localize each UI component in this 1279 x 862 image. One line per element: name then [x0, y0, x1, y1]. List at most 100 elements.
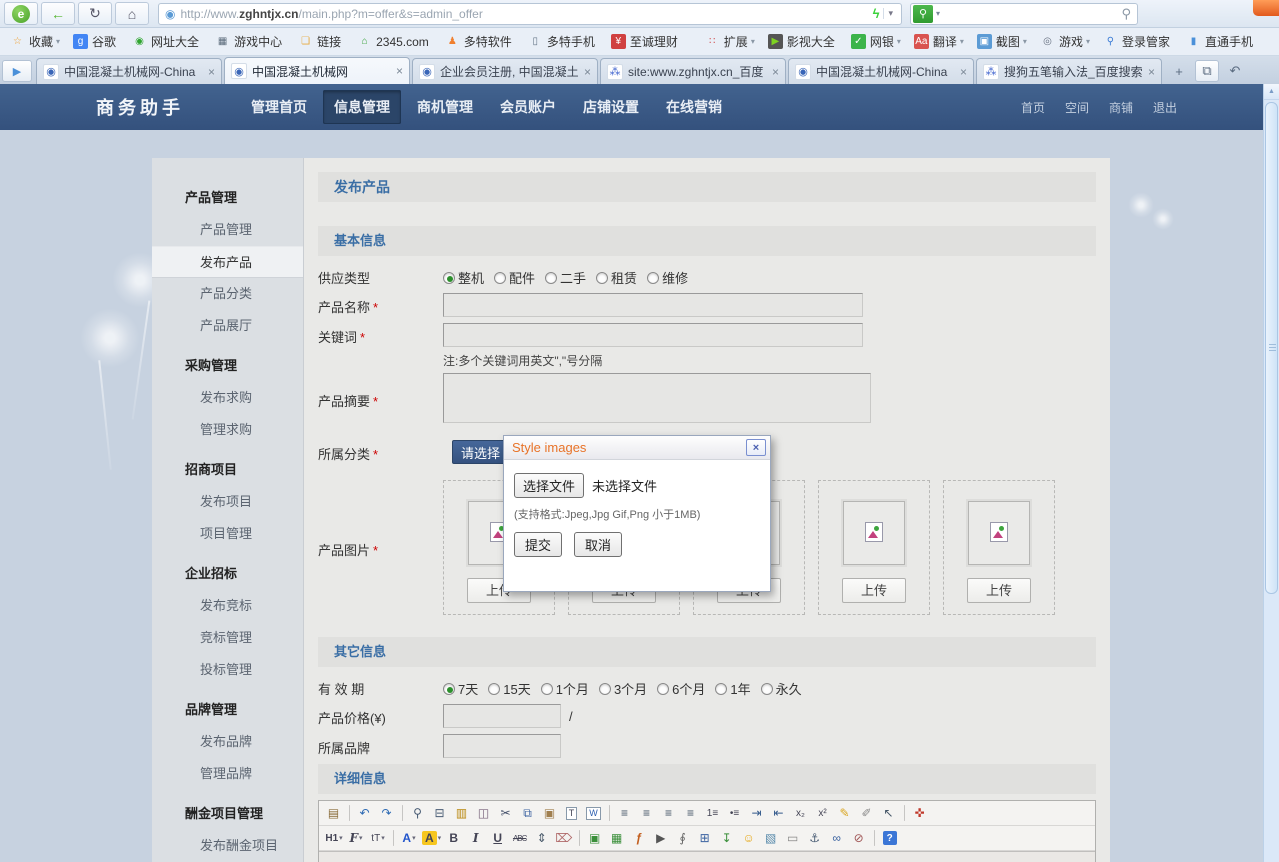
quick-link[interactable]: 首页 [1021, 99, 1045, 116]
toolbar-extension-item[interactable]: ▶ 影视大全 [768, 33, 838, 50]
editor-toolbar-button-font-size[interactable]: tT▾ [368, 828, 388, 848]
submit-button[interactable]: 提交 [514, 532, 562, 557]
sidebar-entry[interactable]: 项目管理 [152, 518, 303, 550]
editor-toolbar-button-anchor[interactable]: ⚓ [805, 828, 825, 848]
toolbar-extension-item[interactable]: ▮ 直通手机 [1186, 33, 1256, 50]
price-input[interactable] [443, 704, 561, 728]
editor-toolbar-button-print[interactable]: ⊟ [430, 803, 450, 823]
sidebar-entry[interactable]: 投标管理 [152, 654, 303, 686]
editor-content-area[interactable] [319, 851, 1095, 862]
supply-type-radio[interactable]: 整机 [443, 268, 484, 287]
browser-tab[interactable]: ◉ 中国混凝土机械网-China × [36, 58, 222, 84]
product-name-input[interactable] [443, 293, 863, 317]
editor-toolbar-button-text-color[interactable]: A▾ [399, 828, 419, 848]
editor-toolbar-button-highlight-color[interactable]: A▾ [421, 828, 442, 848]
editor-toolbar-button-video[interactable]: ▶ [651, 828, 671, 848]
sidebar-entry[interactable]: 发布求购 [152, 382, 303, 414]
keyword-input[interactable] [443, 323, 863, 347]
sidebar-entry[interactable]: 品牌管理 [152, 694, 303, 726]
toolbar-extension-item[interactable]: ▣ 截图 ▾ [977, 33, 1027, 50]
sidebar-entry[interactable]: 发布竞标 [152, 590, 303, 622]
tab-close-icon[interactable]: × [1148, 65, 1155, 79]
validity-radio[interactable]: 6个月 [657, 679, 705, 698]
tab-close-icon[interactable]: × [772, 65, 779, 79]
supply-type-radio[interactable]: 配件 [494, 268, 535, 287]
bookmark-item[interactable]: g 谷歌 [73, 33, 119, 50]
editor-toolbar-button-insert-image[interactable]: ▣ [585, 828, 605, 848]
tab-close-icon[interactable]: × [396, 64, 403, 78]
sidebar-entry[interactable]: 管理品牌 [152, 758, 303, 790]
cancel-button[interactable]: 取消 [574, 532, 622, 557]
editor-toolbar-button-emoticon[interactable]: ☺ [739, 828, 759, 848]
admin-menu-item[interactable]: 会员账户 [489, 90, 567, 124]
editor-toolbar-button-bold[interactable]: B [444, 828, 464, 848]
editor-toolbar-button[interactable] [349, 805, 350, 821]
tab-close-icon[interactable]: × [960, 65, 967, 79]
editor-toolbar-button[interactable] [393, 830, 394, 846]
editor-toolbar-button-align-right[interactable]: ≡ [659, 803, 679, 823]
browser-tab[interactable]: ⁂ site:www.zghntjx.cn_百度 × [600, 58, 786, 84]
supply-type-radio[interactable]: 租赁 [596, 268, 637, 287]
search-input[interactable] [943, 5, 1115, 23]
sidebar-entry[interactable]: 产品管理 [152, 214, 303, 246]
editor-toolbar-button-superscript[interactable]: x² [813, 803, 833, 823]
sidebar-entry[interactable]: 管理求购 [152, 414, 303, 446]
editor-toolbar-button[interactable] [874, 830, 875, 846]
sidebar-entry[interactable]: 产品管理 [152, 182, 303, 214]
new-tab-button[interactable]: + [1167, 60, 1191, 82]
refresh-button[interactable]: ↻ [78, 2, 112, 25]
bookmark-item[interactable]: ♟ 多特软件 [445, 33, 515, 50]
admin-menu-item[interactable]: 商机管理 [406, 90, 484, 124]
choose-file-button[interactable]: 选择文件 [514, 473, 584, 498]
editor-toolbar-button-outdent[interactable]: ⇤ [769, 803, 789, 823]
editor-toolbar-button-template[interactable]: ▥ [452, 803, 472, 823]
editor-toolbar-button-italic[interactable]: I [466, 828, 486, 848]
browser-tab[interactable]: ⁂ 搜狗五笔输入法_百度搜索 × [976, 58, 1162, 84]
editor-toolbar-button-align-center[interactable]: ≡ [637, 803, 657, 823]
toolbar-extension-item[interactable]: ⚲ 登录管家 [1103, 33, 1173, 50]
search-engine-icon[interactable]: ⚲ [913, 5, 933, 23]
editor-toolbar-button-attachment[interactable]: ∮ [673, 828, 693, 848]
editor-toolbar-button-paste[interactable]: ▣ [540, 803, 560, 823]
url-dropdown-icon[interactable]: ▾ [883, 8, 897, 19]
editor-toolbar-button-help[interactable]: ? [880, 828, 900, 848]
sidebar-entry[interactable]: 采购管理 [152, 350, 303, 382]
editor-toolbar-button-cut[interactable]: ✂ [496, 803, 516, 823]
home-button[interactable]: ⌂ [115, 2, 149, 25]
editor-toolbar-button-redo[interactable]: ↷ [377, 803, 397, 823]
editor-toolbar-button-batch-image[interactable]: ▦ [607, 828, 627, 848]
dialog-title-bar[interactable]: Style images × [504, 436, 770, 460]
editor-toolbar-button-undo[interactable]: ↶ [355, 803, 375, 823]
search-go-icon[interactable]: ⚲ [1115, 6, 1137, 22]
editor-toolbar-button-remove-format[interactable]: ⌦ [554, 828, 574, 848]
scrollbar-up-icon[interactable]: ▲ [1264, 84, 1279, 100]
quick-link[interactable]: 空间 [1065, 99, 1089, 116]
admin-menu-item[interactable]: 信息管理 [323, 90, 401, 124]
sidebar-entry[interactable]: 发布项目 [152, 486, 303, 518]
bookmark-item[interactable]: ❏ 链接 [298, 33, 344, 50]
dialog-close-button[interactable]: × [746, 439, 766, 456]
editor-toolbar-button-underline[interactable]: U [488, 828, 508, 848]
sidebar-entry[interactable]: 发布酬金项目 [152, 830, 303, 862]
search-box[interactable]: ⚲ ▾ ⚲ [910, 3, 1138, 25]
editor-toolbar-button[interactable] [579, 830, 580, 846]
browser-logo-button[interactable]: e [4, 2, 38, 25]
toolbar-extension-item[interactable]: ◎ 游戏 ▾ [1040, 33, 1090, 50]
search-engine-caret-icon[interactable]: ▾ [933, 9, 943, 18]
editor-toolbar-button-link[interactable]: ∞ [827, 828, 847, 848]
admin-menu-item[interactable]: 在线营销 [655, 90, 733, 124]
editor-toolbar-button-paste-word[interactable]: W [584, 803, 604, 823]
supply-type-radio[interactable]: 二手 [545, 268, 586, 287]
page-scrollbar[interactable]: ▲ [1263, 84, 1279, 862]
editor-toolbar-button-snippet[interactable]: ◫ [474, 803, 494, 823]
editor-toolbar-button-source[interactable]: ▤ [324, 803, 344, 823]
sidebar-entry[interactable]: 发布品牌 [152, 726, 303, 758]
sidebar-entry[interactable]: 招商项目 [152, 454, 303, 486]
editor-toolbar-button-select-all[interactable]: ↖ [879, 803, 899, 823]
editor-toolbar-button-fullscreen[interactable]: ✜ [910, 803, 930, 823]
browser-tab[interactable]: ◉ 企业会员注册, 中国混凝土 × [412, 58, 598, 84]
sidebar-entry[interactable]: 产品分类 [152, 278, 303, 310]
editor-toolbar-button-font-family[interactable]: F▾ [346, 828, 366, 848]
address-bar[interactable]: ◉ http://www.zghntjx.cn/main.php?m=offer… [158, 3, 902, 25]
supply-type-radio[interactable]: 维修 [647, 268, 688, 287]
